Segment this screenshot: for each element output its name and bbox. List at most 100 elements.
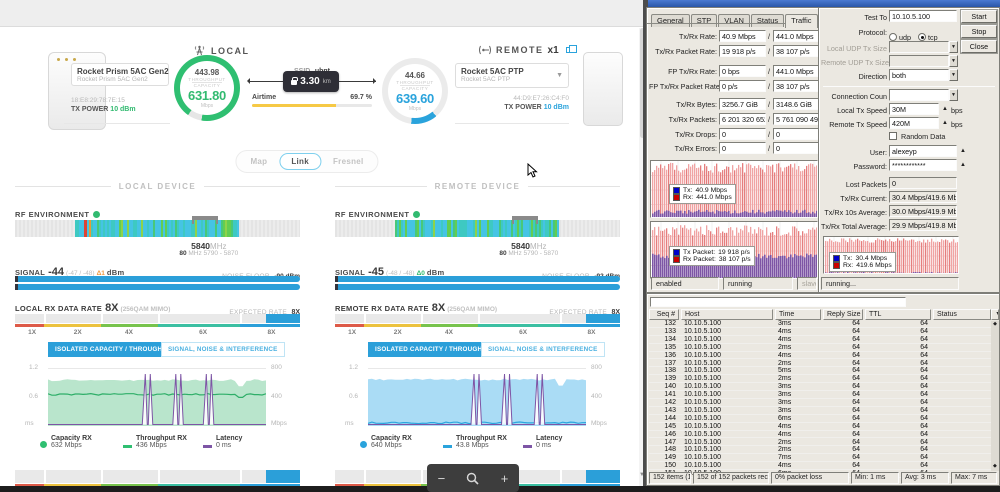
column-picker-button[interactable]: ▼ xyxy=(991,309,999,320)
remote-speed-spinner[interactable]: ▲ xyxy=(942,120,948,126)
lock-icon xyxy=(291,77,299,85)
column-header-ttl[interactable]: TTL xyxy=(865,309,931,320)
table-row[interactable]: 150 10.10.5.100 4ms 64 64 xyxy=(649,462,991,471)
table-row[interactable]: 141 10.10.5.100 3ms 64 64 xyxy=(649,391,991,399)
table-row[interactable]: 133 10.10.5.100 4ms 64 64 xyxy=(649,328,991,336)
local-device-model: Rocket Prism 5AC Gen2 xyxy=(77,76,148,83)
tab-status[interactable]: Status xyxy=(750,14,785,27)
legend-name: Rx: xyxy=(683,194,694,201)
cell-1: 10.10.5.100 xyxy=(684,446,721,454)
table-row[interactable]: 144 10.10.5.100 6ms 64 64 xyxy=(649,415,991,423)
button-stop[interactable]: Stop xyxy=(961,25,997,38)
table-row[interactable]: 149 10.10.5.100 7ms 64 64 xyxy=(649,454,991,463)
column-header-time[interactable]: Time xyxy=(775,309,821,320)
bwtest-graph-legend: Tx: 30.4 Mbps Rx: 419.6 Mbps xyxy=(829,252,896,272)
view-tab-map[interactable]: Map xyxy=(238,153,279,170)
local-speed-spinner[interactable]: ▲ xyxy=(942,106,948,112)
chart-tab-signal[interactable]: SIGNAL, NOISE & INTERFERENCE xyxy=(481,342,605,357)
table-row[interactable]: 137 10.10.5.100 2ms 64 64 xyxy=(649,360,991,368)
direction-dropdown[interactable]: ▼ xyxy=(949,69,958,81)
cell-2: 4ms xyxy=(778,335,792,343)
table-row[interactable]: 135 10.10.5.100 2ms 64 64 xyxy=(649,344,991,352)
cell-1: 10.10.5.100 xyxy=(684,383,721,391)
column-header-host[interactable]: Host xyxy=(681,309,773,320)
cell-2: 2ms xyxy=(778,446,792,454)
field-label: Local UDP Tx Size xyxy=(826,44,887,53)
airtime-value: 69.7 % xyxy=(350,94,372,101)
column-header-status[interactable]: Status xyxy=(933,309,991,320)
connection-count-input[interactable] xyxy=(889,89,949,101)
column-header-seq-[interactable]: Seq # xyxy=(649,309,679,320)
rf-label: RF ENVIRONMENT xyxy=(15,210,90,219)
remote-device-card[interactable]: Rocket 5AC PTP Rocket 5AC PTP ▼ xyxy=(455,63,569,88)
status-cell-1: running xyxy=(723,277,793,290)
magnifier-icon[interactable] xyxy=(466,472,480,485)
rate-label: REMOTE RX DATA RATE xyxy=(335,304,429,313)
user-spinner[interactable]: ▲ xyxy=(960,148,966,154)
chevron-down-icon[interactable]: ▼ xyxy=(556,72,563,79)
remote-udp-dropdown[interactable]: ▼ xyxy=(949,55,958,67)
local-udp-size-input[interactable] xyxy=(889,41,949,53)
remote-udp-size-input[interactable] xyxy=(889,55,949,67)
channel-marker[interactable] xyxy=(511,216,538,224)
current-rate-highlight xyxy=(585,314,620,323)
local-tx-speed-input[interactable]: 30M xyxy=(889,103,939,115)
line xyxy=(204,186,300,187)
field-label: Test To xyxy=(864,13,887,22)
legend-value: 40.9 Mbps xyxy=(695,187,728,194)
table-row[interactable]: 147 10.10.5.100 2ms 64 64 xyxy=(649,439,991,447)
table-row[interactable]: 132 10.10.5.100 3ms 64 64 xyxy=(649,320,991,328)
cell-3: 64 xyxy=(852,367,860,375)
table-row[interactable]: 136 10.10.5.100 4ms 64 64 xyxy=(649,352,991,360)
channel-marker[interactable] xyxy=(191,216,218,224)
button-start[interactable]: Start xyxy=(961,10,997,23)
direction-select[interactable]: both xyxy=(889,69,949,81)
button-close[interactable]: Close xyxy=(961,40,997,53)
column-header-reply-size[interactable]: Reply Size xyxy=(823,309,863,320)
ping-filter-input[interactable] xyxy=(650,297,906,307)
table-row[interactable]: 145 10.10.5.100 4ms 64 64 xyxy=(649,423,991,431)
capacity-throughput-chart xyxy=(367,368,587,426)
table-row[interactable]: 143 10.10.5.100 3ms 64 64 xyxy=(649,407,991,415)
table-scrollbar[interactable]: ◆ ◆ xyxy=(991,321,999,471)
bwtest-status: running... xyxy=(821,277,959,290)
view-tab-fresnel[interactable]: Fresnel xyxy=(321,153,376,170)
cell-4: 64 xyxy=(920,343,928,351)
view-tab-link[interactable]: Link xyxy=(279,153,321,170)
user-input[interactable]: alexeyp xyxy=(889,145,957,157)
legend-value: 0 ms xyxy=(536,442,552,449)
legend-text: Throughput RX 436 Mbps xyxy=(136,435,187,449)
connection-count-dropdown[interactable]: ▼ xyxy=(949,89,958,101)
table-row[interactable]: 142 10.10.5.100 3ms 64 64 xyxy=(649,399,991,407)
random-data-checkbox[interactable] xyxy=(889,132,897,140)
table-row[interactable]: 140 10.10.5.100 3ms 64 64 xyxy=(649,383,991,392)
cell-1: 10.10.5.100 xyxy=(684,327,721,335)
footer-cell-3: Min: 1 ms xyxy=(851,472,899,484)
radio-udp[interactable] xyxy=(889,33,897,41)
table-row[interactable]: 146 10.10.5.100 4ms 64 64 xyxy=(649,431,991,439)
tab-vlan[interactable]: VLAN xyxy=(718,14,750,27)
table-row[interactable]: 138 10.10.5.100 5ms 64 64 xyxy=(649,367,991,376)
remote-tx-speed-input[interactable]: 420M xyxy=(889,117,939,129)
local-udp-dropdown[interactable]: ▼ xyxy=(949,41,958,53)
table-row[interactable]: 148 10.10.5.100 2ms 64 64 xyxy=(649,446,991,455)
external-link-icon[interactable] xyxy=(565,45,577,53)
bw-value: 80 xyxy=(179,250,187,257)
table-row[interactable]: 139 10.10.5.100 2ms 64 64 xyxy=(649,375,991,384)
password-spinner[interactable]: ▲ xyxy=(960,162,966,168)
radio-tcp[interactable] xyxy=(918,33,926,41)
legend-value: 419.6 Mbps xyxy=(856,262,892,269)
traffic-row-value-tx: 40.9 Mbps xyxy=(719,30,766,42)
password-input[interactable]: ************ xyxy=(889,159,957,171)
zoom-out-button[interactable]: − xyxy=(438,472,446,485)
chart-tab-signal[interactable]: SIGNAL, NOISE & INTERFERENCE xyxy=(161,342,285,357)
tab-traffic[interactable]: Traffic xyxy=(785,14,818,28)
section-title-text: LOCAL DEVICE xyxy=(118,182,197,191)
zoom-in-button[interactable]: + xyxy=(501,472,509,485)
tab-stp[interactable]: STP xyxy=(690,14,718,27)
tab-general[interactable]: General xyxy=(651,14,690,27)
rate-bar-separator xyxy=(560,470,563,483)
table-row[interactable]: 134 10.10.5.100 4ms 64 64 xyxy=(649,336,991,344)
test-to-input[interactable]: 10.10.5.100 xyxy=(889,10,957,22)
cell-2: 3ms xyxy=(778,320,792,327)
